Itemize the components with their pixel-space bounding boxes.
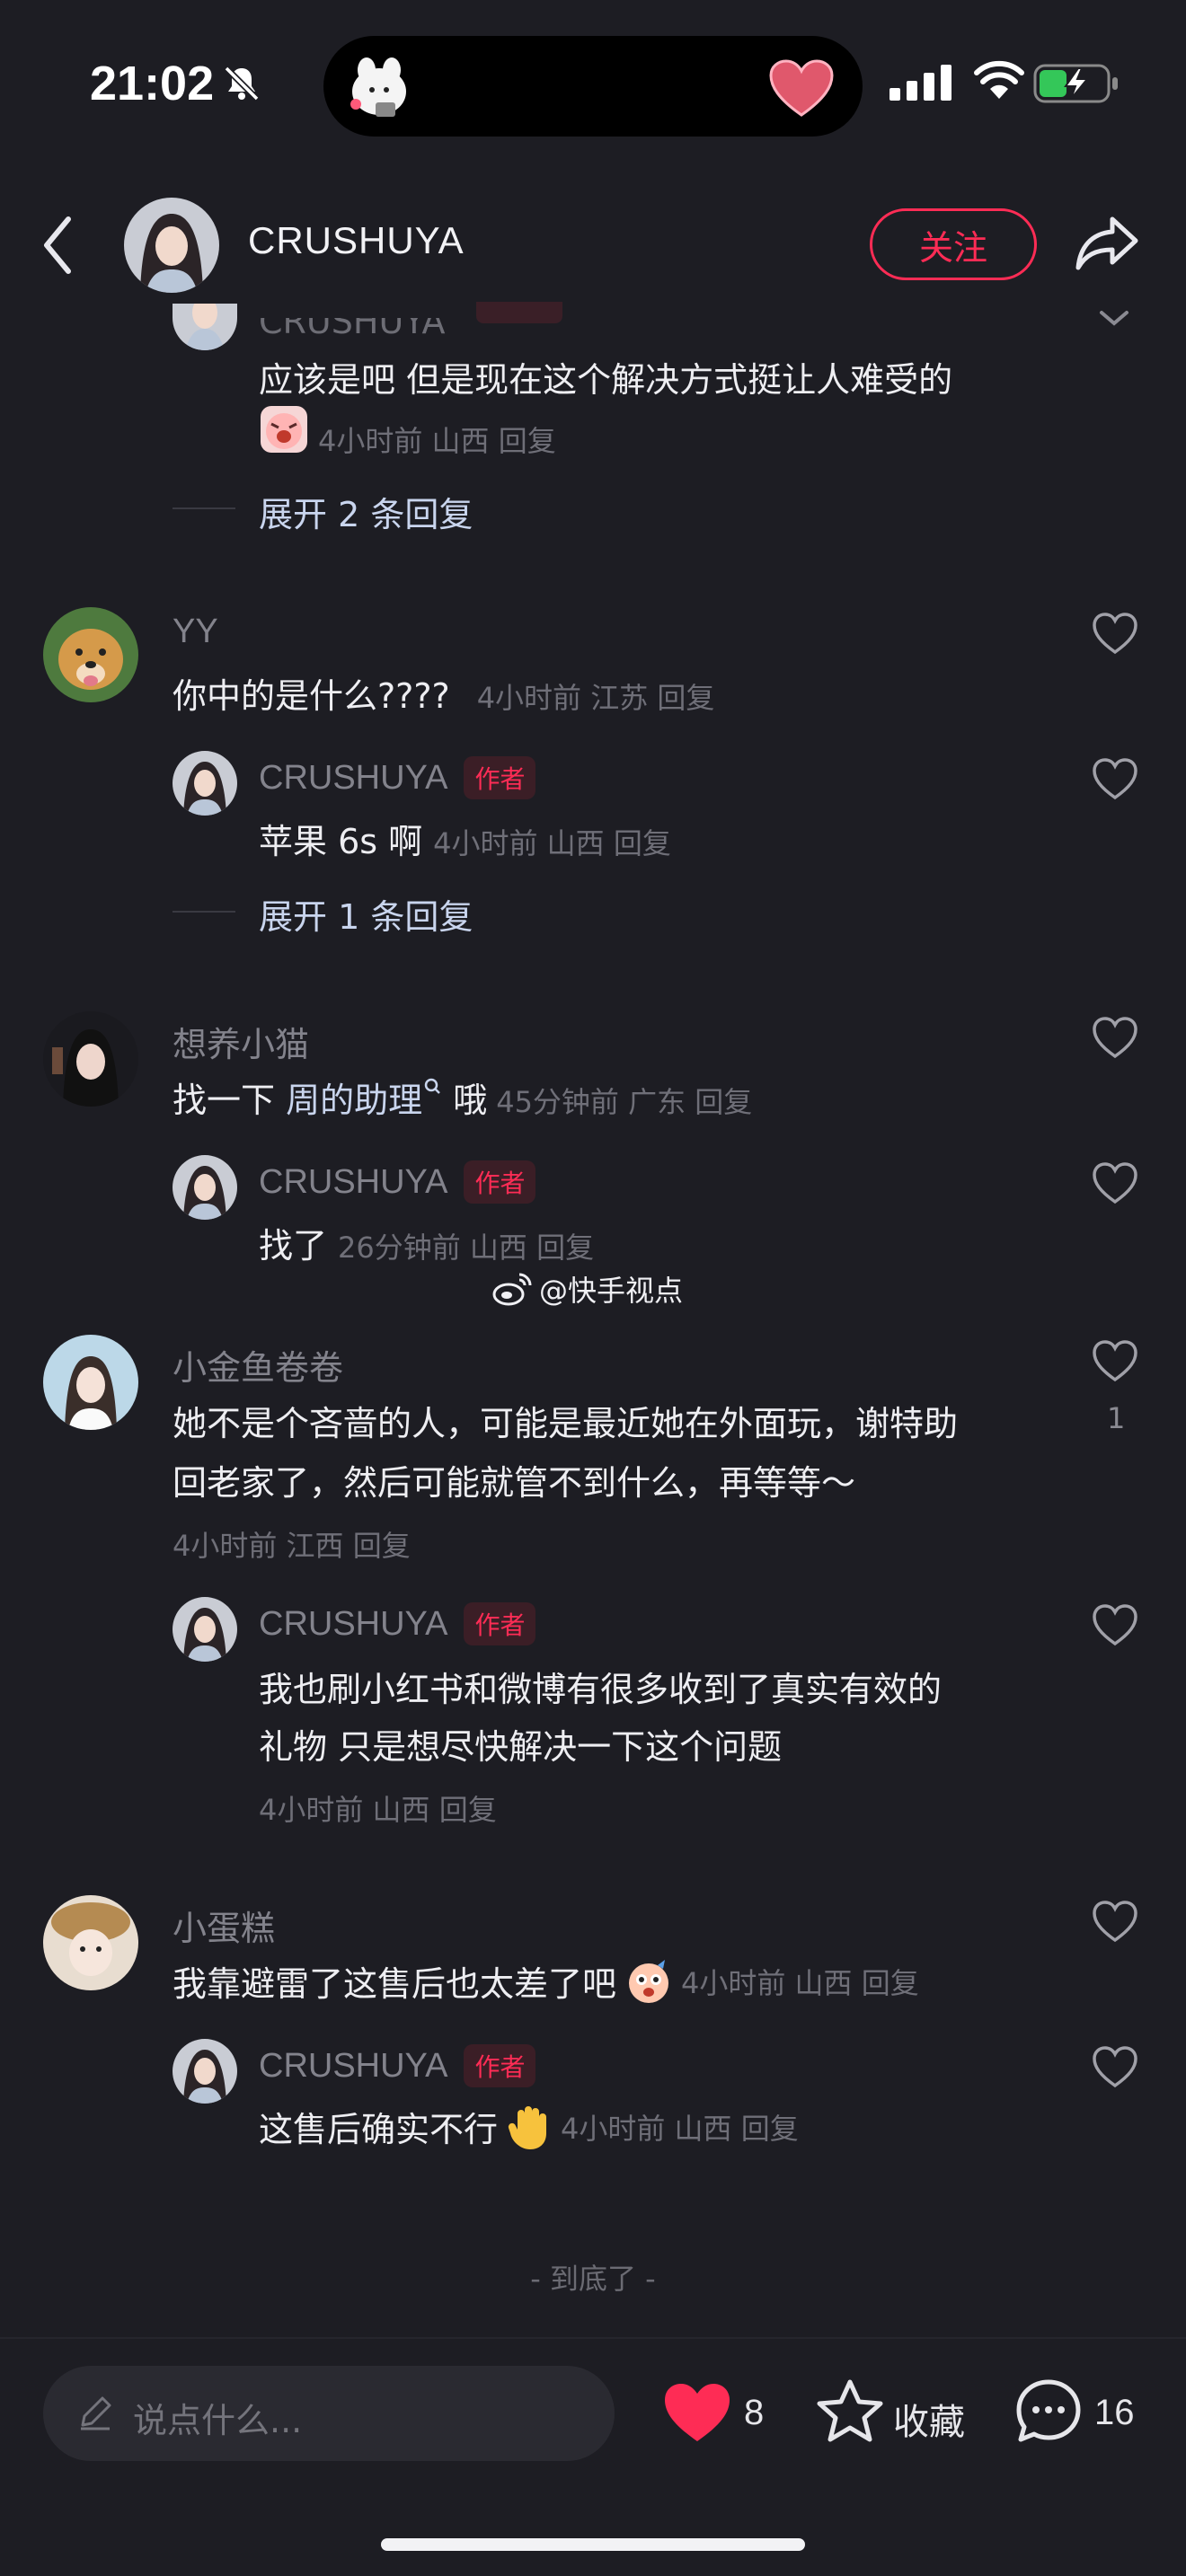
- comment-text-suffix: 哦: [442, 1081, 488, 1120]
- comment-avatar[interactable]: [43, 1895, 138, 1990]
- like-heart-icon[interactable]: [1091, 1160, 1139, 1205]
- comment-avatar[interactable]: [43, 607, 138, 702]
- author-tag: 作者: [464, 1160, 536, 1204]
- like-heart-icon[interactable]: [1091, 1899, 1139, 1944]
- comment-username[interactable]: 小金鱼卷卷: [173, 1340, 343, 1389]
- comment-meta[interactable]: 4小时前 山西 回复: [681, 1961, 919, 2002]
- search-icon[interactable]: [424, 1078, 442, 1099]
- search-link[interactable]: 周的助理: [286, 1072, 422, 1122]
- comment-username[interactable]: 小蛋糕: [173, 1901, 275, 1950]
- reply-avatar[interactable]: [173, 751, 237, 816]
- comment-text: 我靠避雷了这售后也太差了吧: [173, 1964, 617, 2004]
- like-heart-icon[interactable]: [1091, 1015, 1139, 1060]
- raised-hand-emoji-icon: [508, 2105, 547, 2149]
- favorite-label[interactable]: 收藏: [893, 2393, 965, 2445]
- reply-text: 苹果 6s 啊: [259, 822, 423, 861]
- watermark-text: @快手视点: [539, 1274, 684, 1308]
- pencil-icon: [81, 2396, 111, 2430]
- expand-replies-button[interactable]: 展开 1 条回复: [259, 889, 473, 939]
- comment-text: 找一下: [173, 1081, 287, 1120]
- reply-text: 这售后确实不行: [259, 2110, 499, 2149]
- comment-bubble-icon[interactable]: [1013, 2377, 1084, 2447]
- reply-avatar[interactable]: [173, 2039, 237, 2104]
- author-tag: 作者: [464, 1602, 536, 1645]
- author-tag: 作者: [464, 756, 536, 799]
- comment-text-line2: 回老家了，然后可能就管不到什么，再等等～: [173, 1463, 856, 1503]
- like-heart-filled-icon[interactable]: [661, 2380, 733, 2445]
- header-username[interactable]: CRUSHUYA: [248, 219, 465, 262]
- shocked-emoji-icon: [629, 1959, 669, 2003]
- weibo-logo-icon: [492, 1273, 532, 1306]
- reply-username[interactable]: CRUSHUYA: [259, 759, 447, 798]
- crying-emoji-icon: [261, 406, 307, 453]
- sticker-icon: [350, 57, 406, 117]
- share-arrow-icon[interactable]: [1075, 214, 1141, 273]
- like-heart-icon[interactable]: [1091, 1602, 1139, 1647]
- author-tag: 作者: [464, 2044, 536, 2087]
- status-time: 21:02: [90, 57, 215, 110]
- reply-avatar[interactable]: [173, 1155, 237, 1220]
- battery-charging-icon: [1033, 64, 1118, 103]
- comment-count: 16: [1094, 2393, 1135, 2432]
- reply-username[interactable]: CRUSHUYA: [259, 2047, 447, 2086]
- comment-meta[interactable]: 4小时前 江苏 回复: [477, 675, 715, 717]
- reply-text: 找了: [259, 1226, 328, 1266]
- comment-text: 你中的是什么????: [173, 676, 450, 716]
- reply-text-line1: 我也刷小红书和微博有很多收到了真实有效的: [259, 1670, 943, 1709]
- cellular-signal-icon: [890, 65, 951, 101]
- comment-avatar[interactable]: [43, 1011, 138, 1107]
- like-heart-icon[interactable]: [1091, 2044, 1139, 2089]
- bottom-divider: [0, 2337, 1186, 2339]
- like-heart-icon[interactable]: [1091, 611, 1139, 656]
- end-of-list-text: - 到底了 -: [530, 2262, 656, 2296]
- reply-username[interactable]: CRUSHUYA: [259, 1163, 447, 1202]
- reply-text: 应该是吧 但是现在这个解决方式挺让人难受的: [259, 360, 953, 400]
- heart-activity-icon: [769, 59, 834, 117]
- header-avatar[interactable]: [124, 198, 219, 293]
- reply-meta[interactable]: 4小时前 山西 回复: [561, 2106, 799, 2148]
- comment-input-placeholder[interactable]: 说点什么...: [133, 2393, 302, 2442]
- comment-meta[interactable]: 4小时前 江西 回复: [173, 1523, 411, 1565]
- home-indicator[interactable]: [381, 2538, 805, 2551]
- like-heart-icon[interactable]: [1091, 756, 1139, 801]
- favorite-star-icon[interactable]: [814, 2377, 886, 2447]
- comment-username[interactable]: 想养小猫: [173, 1017, 309, 1066]
- watermark: @快手视点: [492, 1268, 683, 1310]
- reply-meta[interactable]: 4小时前 山西 回复: [259, 1787, 497, 1829]
- expand-divider: [173, 911, 235, 913]
- comment-avatar[interactable]: [43, 1335, 138, 1430]
- like-count: 8: [744, 2393, 765, 2432]
- reply-username[interactable]: CRUSHUYA: [259, 1605, 447, 1644]
- follow-button[interactable]: 关注: [870, 208, 1037, 280]
- reply-username-partial: CRUSHUYA: [259, 302, 446, 341]
- reply-avatar[interactable]: [173, 1597, 237, 1662]
- expand-replies-button[interactable]: 展开 2 条回复: [259, 487, 473, 536]
- comment-input[interactable]: [43, 2366, 615, 2461]
- reply-meta[interactable]: 4小时前 山西 回复: [433, 821, 671, 862]
- comment-meta[interactable]: 45分钟前 广东 回复: [496, 1080, 752, 1121]
- like-heart-icon[interactable]: [1091, 1338, 1139, 1383]
- back-chevron-icon[interactable]: [40, 214, 75, 277]
- author-tag-partial: [476, 302, 562, 323]
- bell-muted-icon: [224, 66, 260, 101]
- comment-username[interactable]: YY: [173, 613, 218, 651]
- reply-meta[interactable]: 26分钟前 山西 回复: [338, 1225, 594, 1266]
- reply-meta[interactable]: 4小时前 山西 回复: [318, 419, 556, 460]
- reply-text-line2: 礼物 只是想尽快解决一下这个问题: [259, 1727, 783, 1767]
- chevron-down-icon[interactable]: [1098, 309, 1130, 327]
- comment-text-line1: 她不是个吝啬的人，可能是最近她在外面玩，谢特助: [173, 1404, 959, 1443]
- wifi-icon: [974, 60, 1024, 99]
- expand-divider: [173, 507, 235, 509]
- like-count: 1: [1107, 1401, 1126, 1435]
- reply-avatar-partial[interactable]: [173, 304, 237, 350]
